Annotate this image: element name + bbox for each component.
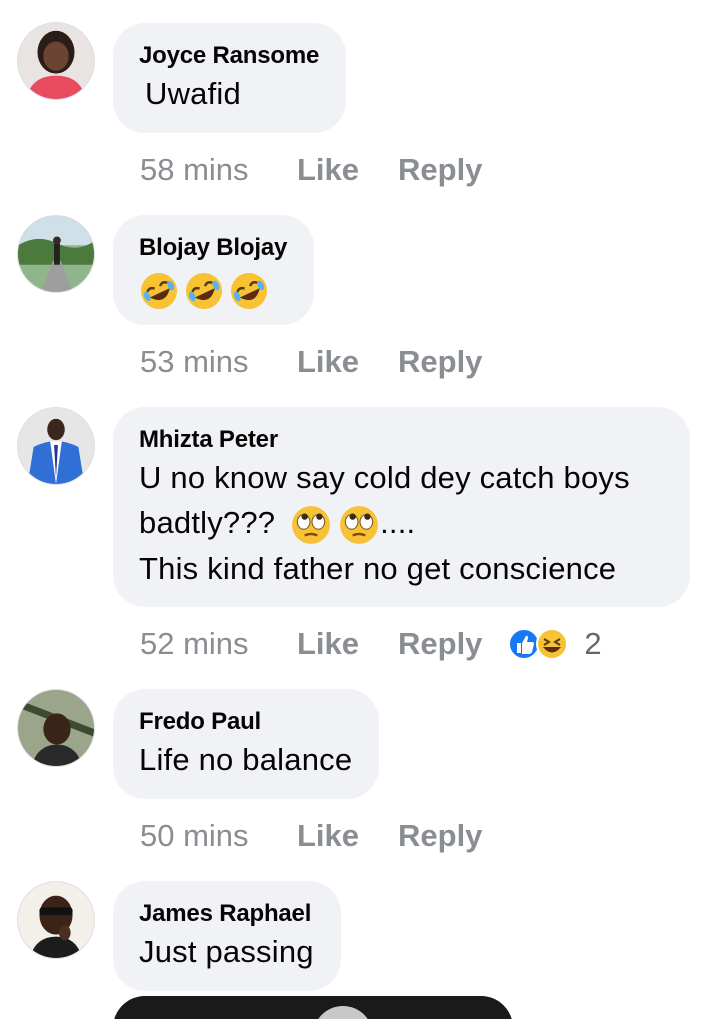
comment-timestamp[interactable]: 50 mins [140,818,297,854]
eye-roll-emoji-icon [340,505,378,544]
comment-author[interactable]: Fredo Paul [139,707,352,737]
attachment-image-content [313,1006,373,1019]
reaction-icons [508,628,569,660]
avatar[interactable] [17,215,95,293]
eye-roll-emoji-icon [292,505,330,544]
like-button[interactable]: Like [297,152,398,188]
comment-text-line: This kind father no get conscience [139,550,617,586]
reaction-summary[interactable]: 2 [508,626,602,662]
comment-bubble: Fredo Paul Life no balance [113,689,380,799]
like-button[interactable]: Like [297,626,398,662]
comment-timestamp[interactable]: 53 mins [140,344,297,380]
like-reaction-icon [508,628,541,660]
comment-author[interactable]: Joyce Ransome [139,41,319,71]
comment-text: Life no balance [139,742,353,777]
comment-bubble: Joyce Ransome Uwafid [113,23,347,133]
comment-emoji-row [139,266,287,311]
rofl-emoji-icon [231,272,267,309]
rofl-emoji-icon [186,272,222,309]
like-button[interactable]: Like [297,818,398,854]
rofl-emoji-icon [141,272,177,309]
comment-actions: 50 mins Like Reply [140,816,482,856]
avatar[interactable] [17,881,95,959]
avatar[interactable] [17,689,95,767]
comment-text-line: badtly??? .... [139,500,663,546]
comment-actions: 53 mins Like Reply [140,342,482,382]
comment-text-fragment: badtly??? [139,505,276,540]
reply-button[interactable]: Reply [398,626,482,662]
avatar[interactable] [17,407,95,485]
comment-timestamp[interactable]: 58 mins [140,152,297,188]
reply-button[interactable]: Reply [398,152,482,188]
comment-actions: 52 mins Like Reply 2 [140,624,602,664]
comment-text-line: U no know say cold dey catch boys [139,460,630,495]
comment-bubble: Mhizta Peter U no know say cold dey catc… [113,407,690,607]
reply-button[interactable]: Reply [398,344,482,380]
comment-image-attachment[interactable] [113,996,513,1019]
comment-text-fragment: .... [380,505,416,540]
comment-author[interactable]: James Raphael [139,899,314,929]
comment-author[interactable]: Blojay Blojay [139,233,287,263]
comment-text: Just passing [139,934,314,969]
avatar[interactable] [17,22,95,100]
comment-timestamp[interactable]: 52 mins [140,626,297,662]
reply-button[interactable]: Reply [398,818,482,854]
comment-actions: 58 mins Like Reply [140,150,482,190]
comment-bubble: James Raphael Just passing [113,881,341,991]
haha-reaction-icon [536,628,569,660]
comment-text: Uwafid [145,76,241,111]
like-button[interactable]: Like [297,344,398,380]
reaction-count[interactable]: 2 [584,626,601,662]
comment-bubble: Blojay Blojay [113,215,315,325]
comment-author[interactable]: Mhizta Peter [139,425,663,455]
